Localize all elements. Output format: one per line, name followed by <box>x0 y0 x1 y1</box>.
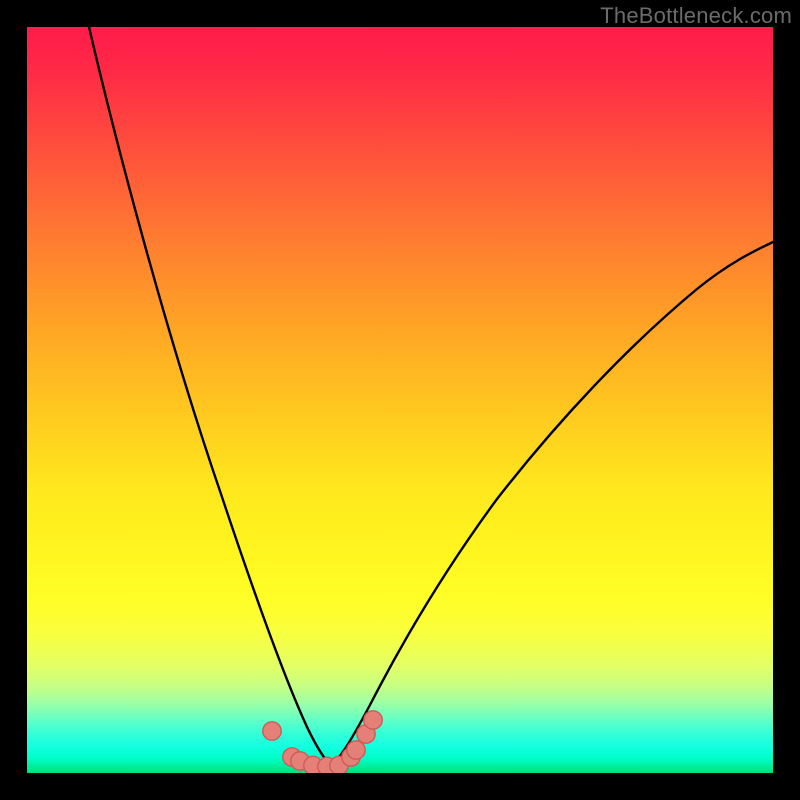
outer-frame: TheBottleneck.com <box>0 0 800 800</box>
plot-area <box>27 27 773 773</box>
watermark-text: TheBottleneck.com <box>600 3 792 29</box>
valley-markers <box>263 711 382 773</box>
curve-left <box>89 27 331 765</box>
curve-layer <box>27 27 773 773</box>
curve-right <box>331 242 773 765</box>
